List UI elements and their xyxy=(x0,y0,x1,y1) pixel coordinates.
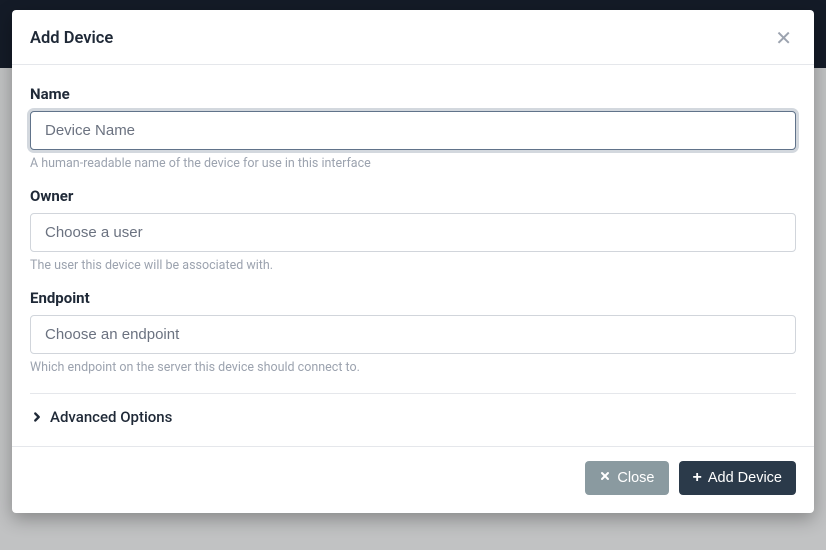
close-icon[interactable]: ✕ xyxy=(771,26,796,50)
owner-input[interactable] xyxy=(30,213,796,252)
add-device-button-label: Add Device xyxy=(708,470,782,486)
endpoint-help: Which endpoint on the server this device… xyxy=(30,360,796,375)
divider xyxy=(30,393,796,394)
advanced-options-label: Advanced Options xyxy=(50,408,172,426)
owner-help: The user this device will be associated … xyxy=(30,258,796,273)
advanced-options-toggle[interactable]: Advanced Options xyxy=(30,408,796,440)
plus-icon: + xyxy=(693,470,702,486)
field-owner: Owner The user this device will be assoc… xyxy=(30,187,796,273)
endpoint-input[interactable] xyxy=(30,315,796,354)
modal-footer: Close + Add Device xyxy=(12,446,814,513)
name-label: Name xyxy=(30,85,796,103)
modal-header: Add Device ✕ xyxy=(12,10,814,65)
name-help: A human-readable name of the device for … xyxy=(30,156,796,171)
close-button[interactable]: Close xyxy=(585,461,668,495)
x-icon xyxy=(599,470,611,486)
endpoint-label: Endpoint xyxy=(30,289,796,307)
field-name: Name A human-readable name of the device… xyxy=(30,85,796,171)
owner-label: Owner xyxy=(30,187,796,205)
modal-body: Name A human-readable name of the device… xyxy=(12,65,814,446)
chevron-right-icon xyxy=(30,410,44,424)
field-endpoint: Endpoint Which endpoint on the server th… xyxy=(30,289,796,375)
add-device-button[interactable]: + Add Device xyxy=(679,461,797,495)
modal-title: Add Device xyxy=(30,29,113,48)
add-device-modal: Add Device ✕ Name A human-readable name … xyxy=(12,10,814,513)
name-input[interactable] xyxy=(30,111,796,150)
close-button-label: Close xyxy=(617,470,654,486)
